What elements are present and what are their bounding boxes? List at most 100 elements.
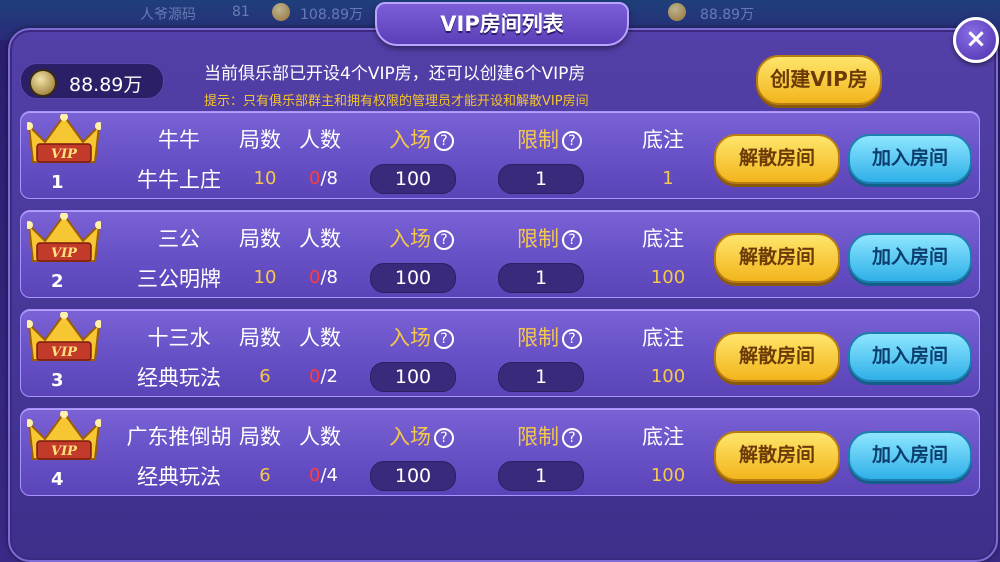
entry-label: 入场? — [389, 124, 454, 154]
players-max: /4 — [320, 465, 338, 486]
question-mark-icon[interactable]: ? — [562, 131, 582, 151]
entry-value: 100 — [370, 461, 456, 491]
dissolve-room-button[interactable]: 解散房间 — [714, 431, 840, 481]
game-mode: 三公明牌 — [137, 267, 221, 291]
base-bet-value: 1 — [662, 168, 674, 189]
svg-text:VIP: VIP — [51, 444, 78, 459]
question-mark-icon[interactable]: ? — [434, 230, 454, 250]
players-current: 0 — [309, 465, 321, 486]
dissolve-room-button[interactable]: 解散房间 — [714, 233, 840, 283]
join-room-button[interactable]: 加入房间 — [848, 431, 972, 481]
game-name: 牛牛 — [158, 128, 200, 152]
vip-crown-icon: VIP — [27, 114, 101, 163]
svg-text:VIP: VIP — [51, 147, 78, 162]
vip-crown-icon: VIP — [27, 213, 101, 262]
base-bet-value: 100 — [650, 267, 686, 288]
base-bet-value: 100 — [650, 465, 686, 486]
rounds-label: 局数 — [239, 326, 281, 350]
players-current: 0 — [309, 168, 321, 189]
room-row: VIP 3 十三水 经典玩法 局数 人数 6 0/2 入场? 限制? 100 1… — [20, 309, 980, 397]
room-list: VIP 1 牛牛 牛牛上庄 局数 人数 10 0/8 入场? 限制? 100 1… — [20, 111, 980, 507]
vip-room-info: 当前俱乐部已开设4个VIP房，还可以创建6个VIP房 — [204, 64, 586, 84]
limit-label: 限制? — [517, 223, 582, 253]
limit-value: 1 — [498, 164, 584, 194]
balance-display: 88.89万 — [20, 63, 164, 99]
svg-text:VIP: VIP — [51, 246, 78, 261]
limit-label: 限制? — [517, 421, 582, 451]
rounds-label: 局数 — [239, 227, 281, 251]
bg-username: 人爷源码 — [140, 7, 196, 23]
limit-value: 1 — [498, 461, 584, 491]
question-mark-icon[interactable]: ? — [562, 428, 582, 448]
entry-value: 100 — [370, 263, 456, 293]
room-number: 1 — [51, 172, 64, 193]
question-mark-icon[interactable]: ? — [434, 329, 454, 349]
entry-value: 100 — [370, 362, 456, 392]
players-max: /8 — [320, 267, 338, 288]
entry-label: 入场? — [389, 421, 454, 451]
rounds-label: 局数 — [239, 425, 281, 449]
entry-value: 100 — [370, 164, 456, 194]
players-value: 0/8 — [309, 168, 338, 189]
join-room-button[interactable]: 加入房间 — [848, 134, 972, 184]
entry-label: 入场? — [389, 223, 454, 253]
limit-label-text: 限制 — [517, 425, 559, 449]
base-bet-label: 底注 — [642, 425, 684, 449]
players-max: /2 — [320, 366, 338, 387]
limit-label-text: 限制 — [517, 128, 559, 152]
base-bet-label: 底注 — [642, 227, 684, 251]
dialog-title: VIP房间列表 — [375, 2, 629, 46]
question-mark-icon[interactable]: ? — [434, 131, 454, 151]
question-mark-icon[interactable]: ? — [562, 230, 582, 250]
join-room-button[interactable]: 加入房间 — [848, 233, 972, 283]
players-value: 0/8 — [309, 267, 338, 288]
rounds-value: 6 — [259, 465, 271, 486]
entry-label-text: 入场 — [389, 425, 431, 449]
limit-value: 1 — [498, 263, 584, 293]
entry-label-text: 入场 — [389, 128, 431, 152]
rounds-value: 10 — [253, 267, 277, 288]
base-bet-label: 底注 — [642, 128, 684, 152]
game-mode: 牛牛上庄 — [137, 168, 221, 192]
bg-user-num: 81 — [232, 4, 250, 20]
base-bet-value: 100 — [650, 366, 686, 387]
game-mode: 经典玩法 — [137, 366, 221, 390]
room-row: VIP 4 广东推倒胡 经典玩法 局数 人数 6 0/4 入场? 限制? 100… — [20, 408, 980, 496]
room-number: 4 — [51, 469, 64, 490]
players-label: 人数 — [299, 227, 341, 251]
room-number: 3 — [51, 370, 64, 391]
players-current: 0 — [309, 267, 321, 288]
vip-crown-icon: VIP — [27, 312, 101, 361]
base-bet-label: 底注 — [642, 326, 684, 350]
players-label: 人数 — [299, 425, 341, 449]
dissolve-room-button[interactable]: 解散房间 — [714, 134, 840, 184]
bg-coin-icon — [272, 3, 290, 21]
players-value: 0/2 — [309, 366, 338, 387]
game-name: 十三水 — [147, 326, 211, 350]
rounds-label: 局数 — [239, 128, 281, 152]
vip-crown-icon: VIP — [27, 411, 101, 460]
limit-label-text: 限制 — [517, 227, 559, 251]
game-mode: 经典玩法 — [137, 465, 221, 489]
players-label: 人数 — [299, 326, 341, 350]
bg-mid-balance: 108.89万 — [300, 7, 363, 23]
coin-icon — [29, 69, 57, 97]
room-row: VIP 1 牛牛 牛牛上庄 局数 人数 10 0/8 入场? 限制? 100 1… — [20, 111, 980, 199]
create-vip-room-button[interactable]: 创建VIP房 — [756, 55, 882, 105]
rounds-value: 6 — [259, 366, 271, 387]
room-row: VIP 2 三公 三公明牌 局数 人数 10 0/8 入场? 限制? 100 1… — [20, 210, 980, 298]
limit-label: 限制? — [517, 124, 582, 154]
question-mark-icon[interactable]: ? — [562, 329, 582, 349]
limit-value: 1 — [498, 362, 584, 392]
close-icon[interactable]: × — [953, 17, 999, 63]
svg-text:VIP: VIP — [51, 345, 78, 360]
balance-amount: 88.89万 — [69, 74, 143, 96]
join-room-button[interactable]: 加入房间 — [848, 332, 972, 382]
question-mark-icon[interactable]: ? — [434, 428, 454, 448]
entry-label-text: 入场 — [389, 326, 431, 350]
dissolve-room-button[interactable]: 解散房间 — [714, 332, 840, 382]
limit-label-text: 限制 — [517, 326, 559, 350]
players-label: 人数 — [299, 128, 341, 152]
limit-label: 限制? — [517, 322, 582, 352]
rounds-value: 10 — [253, 168, 277, 189]
